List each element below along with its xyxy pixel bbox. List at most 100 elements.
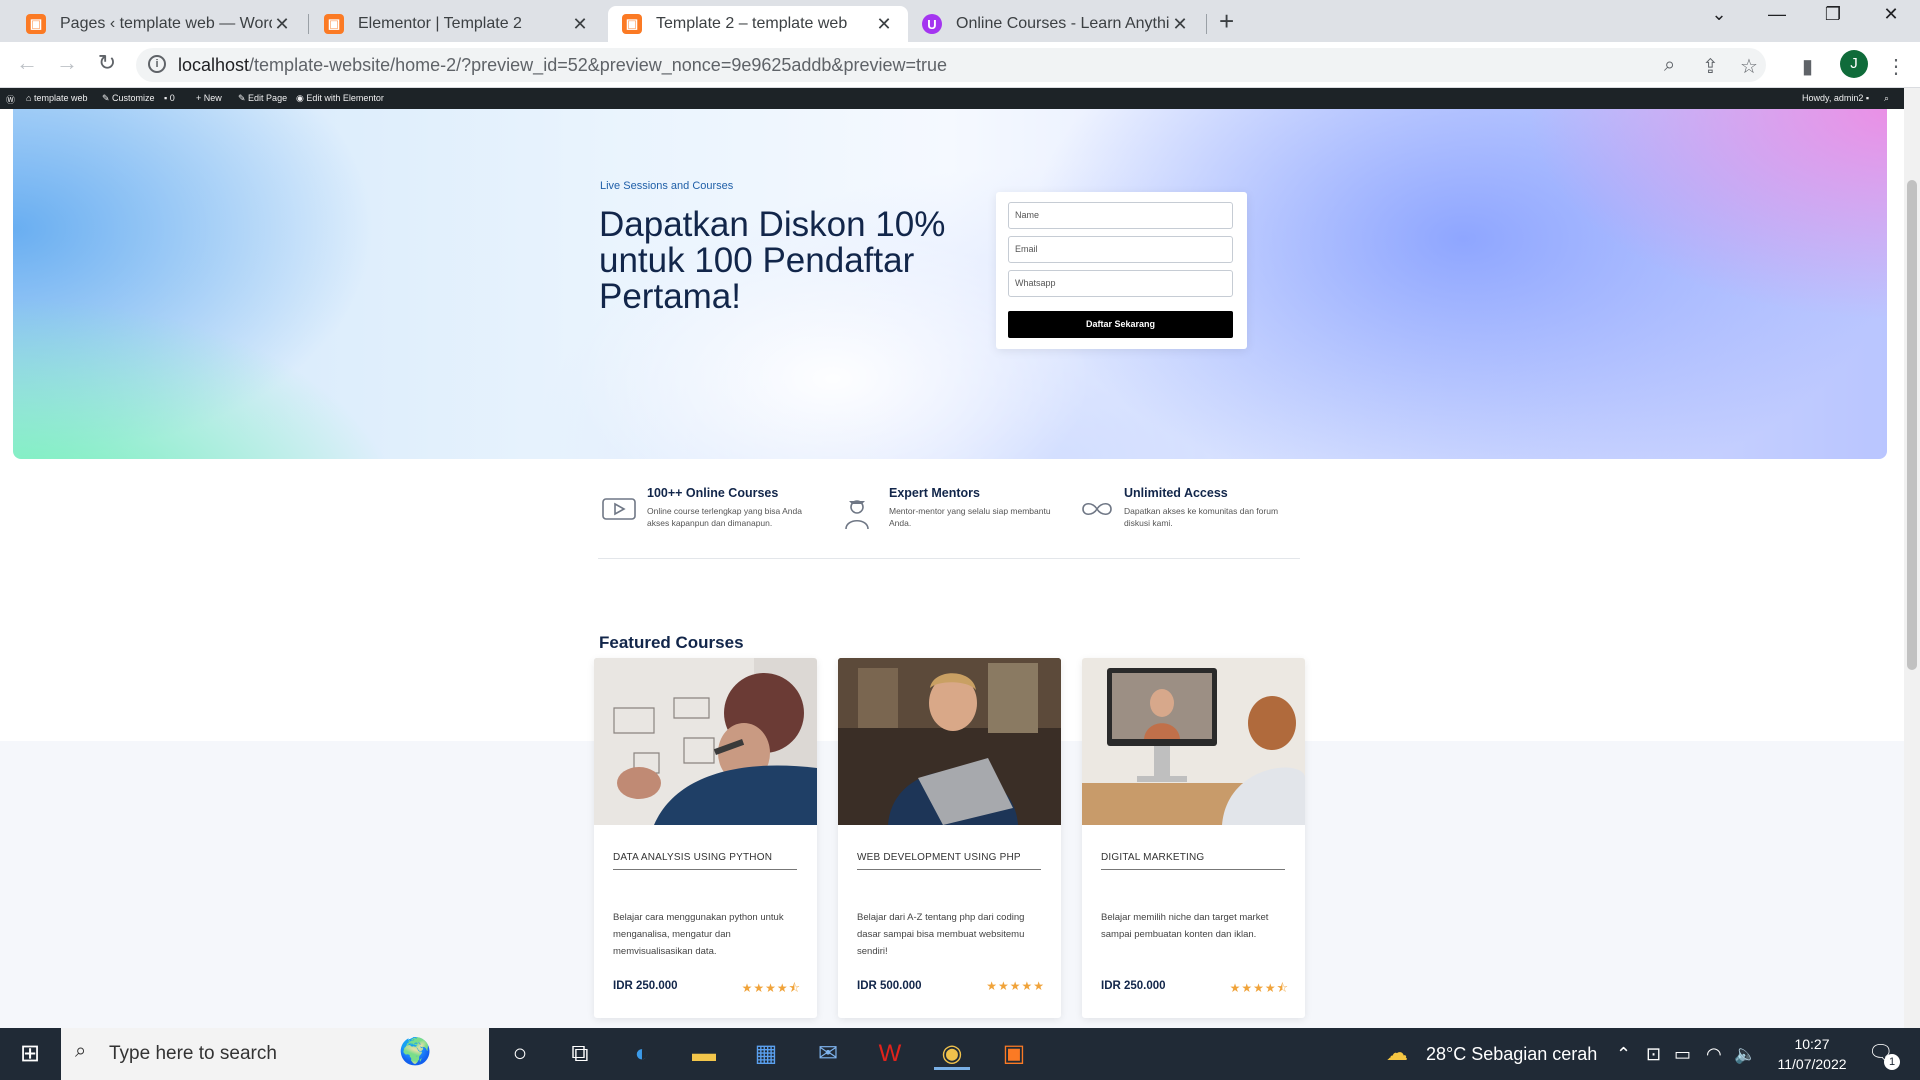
hero-kicker: Live Sessions and Courses <box>600 180 734 192</box>
url-text: localhost/template-website/home-2/?previ… <box>178 55 947 76</box>
search-placeholder: Type here to search <box>109 1043 277 1064</box>
wordpress-icon[interactable]: Ⓦ <box>6 93 15 106</box>
reload-icon[interactable]: ↻ <box>92 50 122 76</box>
minimize-button[interactable]: — <box>1754 4 1800 25</box>
feature-title: Expert Mentors <box>889 486 980 500</box>
wp-new-label: New <box>203 93 222 103</box>
share-icon[interactable]: ⇪ <box>1702 54 1719 79</box>
wp-comments-link[interactable]: ▪ 0 <box>164 93 175 103</box>
wp-site-link[interactable]: ⌂ template web <box>26 93 87 103</box>
tab-elementor[interactable]: ▣ Elementor | Template 2 ✕ <box>310 6 604 42</box>
new-tab-button[interactable]: + <box>1219 6 1234 37</box>
profile-avatar[interactable]: J <box>1840 50 1868 78</box>
taskbar-search[interactable]: ⌕ Type here to search 🌍 <box>61 1028 489 1080</box>
elementor-icon: ▣ <box>622 14 642 34</box>
tab-pages[interactable]: ▣ Pages ‹ template web — WordPress ✕ <box>12 6 306 42</box>
wp-edit-elementor-label: Edit with Elementor <box>306 93 384 103</box>
tab-separator <box>1206 14 1207 34</box>
url-path: /template-website/home-2/?preview_id=52&… <box>249 55 947 75</box>
side-panel-icon[interactable]: ▮ <box>1802 54 1813 79</box>
wp-new-link[interactable]: + New <box>196 93 222 103</box>
course-card[interactable]: DATA ANALYSIS USING PYTHON Belajar cara … <box>594 658 817 1018</box>
rating-stars: ★★★★⯪ <box>741 981 801 995</box>
mentor-icon <box>844 496 870 537</box>
course-price: IDR 500.000 <box>857 980 922 992</box>
close-icon[interactable]: ✕ <box>874 14 894 35</box>
xampp-icon[interactable]: ▣ <box>996 1038 1032 1070</box>
tab-template-2[interactable]: ▣ Template 2 – template web ✕ <box>608 6 908 42</box>
course-title[interactable]: DIGITAL MARKETING <box>1101 852 1285 870</box>
course-price: IDR 250.000 <box>613 980 678 992</box>
wp-search-icon[interactable]: ⌕ <box>1884 93 1889 104</box>
tab-separator <box>308 14 309 34</box>
wifi-icon[interactable]: ◠ <box>1706 1044 1722 1065</box>
menu-dots-icon[interactable]: ⋮ <box>1886 54 1906 79</box>
back-icon[interactable]: ← <box>12 50 42 76</box>
page-scrollbar[interactable] <box>1904 88 1920 1028</box>
tab-online-courses[interactable]: U Online Courses - Learn Anything ✕ <box>908 6 1204 42</box>
browser-toolbar: ← → ↻ i localhost/template-website/home-… <box>0 42 1920 88</box>
task-view-icon[interactable]: ⧉ <box>562 1038 598 1070</box>
tab-search-icon[interactable]: ⌄ <box>1696 4 1742 25</box>
email-field[interactable]: Email <box>1008 236 1233 263</box>
store-icon[interactable]: ▦ <box>748 1038 784 1070</box>
hero-section: Live Sessions and Courses Dapatkan Disko… <box>13 109 1887 529</box>
close-icon[interactable]: ✕ <box>1170 14 1190 35</box>
submit-button[interactable]: Daftar Sekarang <box>1008 311 1233 338</box>
course-price: IDR 250.000 <box>1101 980 1166 992</box>
tray-chevron-icon[interactable]: ⌃ <box>1616 1044 1631 1065</box>
mail-icon[interactable]: ✉ <box>810 1038 846 1070</box>
course-image <box>594 658 817 825</box>
battery-icon[interactable]: ▭ <box>1674 1044 1691 1065</box>
address-bar[interactable]: i localhost/template-website/home-2/?pre… <box>136 48 1766 82</box>
cortana-icon[interactable]: ○ <box>502 1038 538 1070</box>
wp-edit-page-label: Edit Page <box>248 93 288 103</box>
edge-icon[interactable]: ◐ <box>624 1038 660 1070</box>
wp-admin-bar: Ⓦ ⌂ template web ✎ Customize ▪ 0 + New ✎… <box>0 88 1904 109</box>
wp-site-label: template web <box>33 93 88 103</box>
hero-headline: Dapatkan Diskon 10% untuk 100 Pendaftar … <box>599 205 946 316</box>
clock-time: 10:27 <box>1794 1036 1830 1052</box>
search-icon: ⌕ <box>75 1040 87 1062</box>
tab-title: Elementor | Template 2 <box>358 15 522 32</box>
weather-text[interactable]: 28°C Sebagian cerah <box>1426 1044 1597 1065</box>
name-field[interactable]: Name <box>1008 202 1233 229</box>
meet-now-icon[interactable]: ⊡ <box>1646 1044 1661 1065</box>
course-image <box>838 658 1061 825</box>
wp-edit-page-link[interactable]: ✎ Edit Page <box>238 93 287 104</box>
file-explorer-icon[interactable]: ▬ <box>686 1038 722 1070</box>
url-host: localhost <box>178 55 250 75</box>
udemy-icon: U <box>922 14 942 34</box>
wp-howdy-link[interactable]: Howdy, admin2 ▪ <box>1802 93 1869 103</box>
site-info-icon[interactable]: i <box>148 55 166 73</box>
windows-start-icon[interactable]: ⊞ <box>12 1038 48 1070</box>
wp-customize-link[interactable]: ✎ Customize <box>102 93 155 104</box>
course-card[interactable]: DIGITAL MARKETING Belajar memilih niche … <box>1082 658 1305 1018</box>
wp-edit-elementor-link[interactable]: ◉ Edit with Elementor <box>296 93 384 104</box>
clock[interactable]: 10:27 11/07/2022 <box>1772 1034 1852 1074</box>
tab-title: Online Courses - Learn Anything <box>956 15 1170 32</box>
features-divider <box>598 558 1300 559</box>
globe-icon: 🌍 <box>399 1036 432 1066</box>
volume-icon[interactable]: 🔈 <box>1734 1044 1756 1065</box>
course-title[interactable]: DATA ANALYSIS USING PYTHON <box>613 852 797 870</box>
course-card[interactable]: WEB DEVELOPMENT USING PHP Belajar dari A… <box>838 658 1061 1018</box>
close-icon[interactable]: ✕ <box>570 14 590 35</box>
course-title[interactable]: WEB DEVELOPMENT USING PHP <box>857 852 1041 870</box>
whatsapp-field[interactable]: Whatsapp <box>1008 270 1233 297</box>
wps-icon[interactable]: W <box>872 1038 908 1070</box>
browser-tab-strip: ▣ Pages ‹ template web — WordPress ✕ ▣ E… <box>0 0 1920 42</box>
wp-howdy-label: Howdy, admin2 <box>1802 93 1864 103</box>
scrollbar-thumb[interactable] <box>1907 180 1917 670</box>
close-icon[interactable]: ✕ <box>272 14 292 35</box>
tab-title: Pages ‹ template web — WordPress <box>60 15 272 32</box>
bookmark-star-icon[interactable]: ☆ <box>1740 54 1758 79</box>
chrome-icon[interactable]: ◉ <box>934 1038 970 1070</box>
weather-icon: ☁ <box>1386 1040 1408 1065</box>
course-desc: Belajar cara menggunakan python untuk me… <box>613 912 784 957</box>
close-window-button[interactable]: ✕ <box>1868 4 1914 25</box>
zoom-icon[interactable]: ⌕ <box>1664 54 1675 77</box>
course-desc: Belajar dari A-Z tentang php dari coding… <box>857 912 1025 957</box>
forward-icon[interactable]: → <box>52 50 82 76</box>
restore-button[interactable]: ❐ <box>1810 4 1856 25</box>
